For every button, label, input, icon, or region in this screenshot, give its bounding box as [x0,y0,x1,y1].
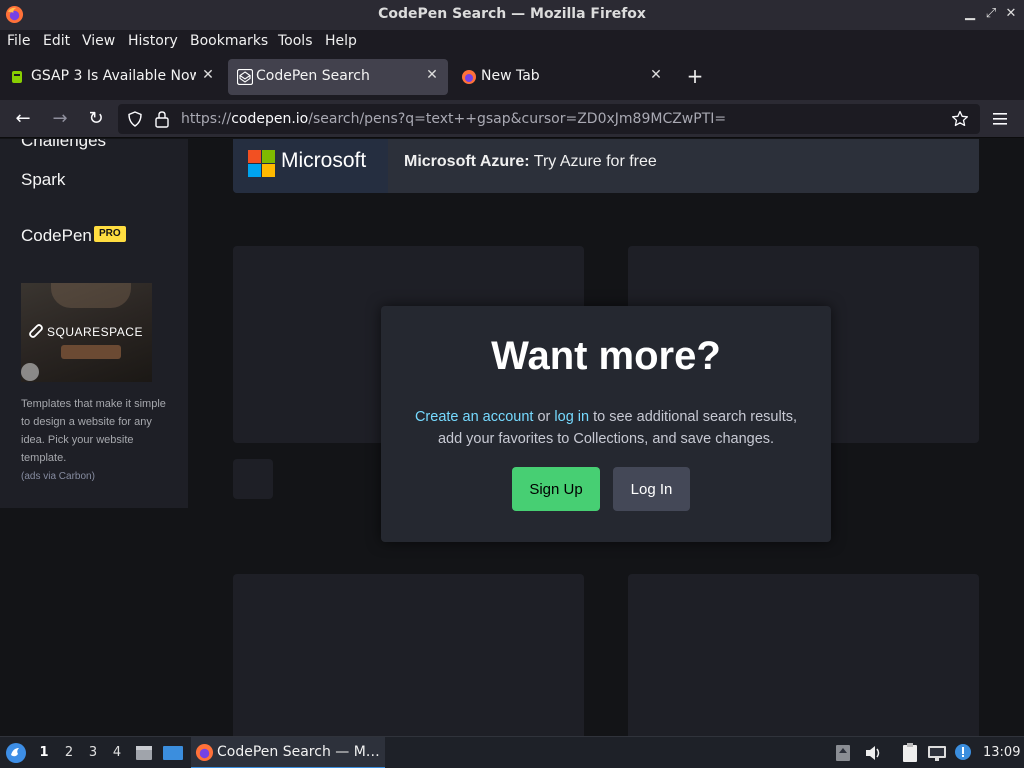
carbon-ad-image[interactable]: SQUARESPACE [21,283,152,382]
taskbar-window-title: CodePen Search — M… [217,744,380,760]
modal-message-line2: add your favorites to Collections, and s… [437,431,775,447]
notification-icon[interactable] [953,742,973,762]
tab-gsap[interactable]: GSAP 3 Is Available Now! ✕ [0,59,224,95]
close-tab-icon[interactable]: ✕ [424,67,440,83]
modal-message-rest: to see additional search results, [589,409,798,425]
new-tab-plus-icon[interactable]: + [685,64,705,88]
page-content: Challenges Spark CodePen PRO SQUARESPACE… [0,139,1024,736]
menu-edit[interactable]: Edit [43,33,70,49]
tab-new-tab[interactable]: New Tab ✕ [452,59,672,95]
ad-copy: Microsoft Azure: Try Azure for free [404,153,657,171]
sidebar: Challenges Spark CodePen PRO SQUARESPACE… [0,139,188,508]
sign-up-button[interactable]: Sign Up [512,467,600,511]
window-titlebar: CodePen Search — Mozilla Firefox ▁ ⤢ ✕ [0,0,1024,30]
microsoft-logo: Microsoft [233,139,388,193]
minimize-icon[interactable]: ▁ [962,6,978,21]
lock-icon[interactable] [154,110,170,128]
ms-square-green [262,150,275,163]
maximize-icon[interactable]: ⤢ [983,6,999,21]
menu-file[interactable]: File [7,33,30,49]
screen: CodePen Search — Mozilla Firefox ▁ ⤢ ✕ F… [0,0,1024,768]
clock: 13:09 [983,745,1021,760]
ms-square-yellow [262,164,275,177]
menu-bar: File Edit View History Bookmarks Tools H… [0,30,1024,54]
create-account-link[interactable]: Create an account [415,409,534,425]
carbon-ad-brand: SQUARESPACE [47,325,143,339]
pen-card-placeholder [233,574,584,736]
ms-square-red [248,150,261,163]
menu-view[interactable]: View [82,33,115,49]
tab-codepen-search[interactable]: CodePen Search ✕ [228,59,448,95]
ad-copy-bold: Microsoft Azure: [404,153,530,170]
url-host: codepen.io [231,111,309,127]
url-bar[interactable]: https://codepen.io/search/pens?q=text++g… [118,104,980,134]
bookmark-star-icon[interactable] [951,110,969,128]
url-text[interactable]: https://codepen.io/search/pens?q=text++g… [181,111,726,127]
workspace-3[interactable]: 3 [86,745,100,760]
squarespace-logo-icon [29,324,43,338]
volume-icon[interactable] [863,743,883,763]
close-window-icon[interactable]: ✕ [1003,6,1019,21]
ad-copy-text: Try Azure for free [529,153,657,170]
tab-label: New Tab [481,68,540,84]
workspace-4[interactable]: 4 [110,745,124,760]
tray-upload-icon[interactable] [835,743,851,763]
wallet-shape [61,345,121,359]
forward-arrow-icon[interactable]: → [49,108,71,130]
reload-icon[interactable]: ↻ [85,108,107,130]
shield-icon[interactable] [127,111,143,127]
hands-shape [51,283,131,308]
codepen-favicon-icon [237,69,253,85]
tab-strip: GSAP 3 Is Available Now! ✕ CodePen Searc… [0,54,1024,100]
tab-label: CodePen Search [256,68,370,84]
url-path: /search/pens?q=text++gsap&cursor=ZD0xJm8… [308,111,727,127]
modal-message-or: or [533,409,555,425]
network-icon[interactable] [927,743,947,763]
pen-card-placeholder [628,574,979,736]
taskbar: 1 2 3 4 CodePen Search — M… 13:09 [0,736,1024,768]
taskbar-firefox-window[interactable]: CodePen Search — M… [191,737,385,768]
log-in-button[interactable]: Log In [613,467,690,511]
watch-shape [21,363,39,381]
sidebar-item-codepen-pro[interactable]: CodePen [21,226,92,246]
navigation-bar: ← → ↻ https://codepen.io/search/pens?q=t… [0,100,1024,138]
window-title: CodePen Search — Mozilla Firefox [378,6,646,22]
sidebar-item-challenges[interactable]: Challenges [21,139,106,151]
tab-label: GSAP 3 Is Available Now! [31,68,196,84]
pro-badge: PRO [94,226,126,242]
start-menu-icon[interactable] [5,742,27,764]
close-tab-icon[interactable]: ✕ [200,67,216,83]
sidebar-item-spark[interactable]: Spark [21,170,65,190]
menu-tools[interactable]: Tools [278,33,313,49]
gsap-favicon-icon [12,71,22,83]
back-arrow-icon[interactable]: ← [12,108,34,130]
ad-banner[interactable]: Microsoft Microsoft Azure: Try Azure for… [233,139,979,193]
file-manager-icon[interactable] [134,743,154,763]
desktop-icon[interactable] [162,743,184,763]
menu-bookmarks[interactable]: Bookmarks [190,33,268,49]
log-in-link[interactable]: log in [554,409,589,425]
menu-history[interactable]: History [128,33,178,49]
modal-message: Create an account or log in to see addit… [401,406,811,450]
carbon-ad-via[interactable]: (ads via Carbon) [21,471,95,482]
close-tab-icon[interactable]: ✕ [648,67,664,83]
workspace-2[interactable]: 2 [62,745,76,760]
workspace-1[interactable]: 1 [37,745,51,760]
carbon-ad-text[interactable]: Templates that make it simple to design … [21,395,166,467]
avatar-placeholder [233,459,273,499]
firefox-icon [195,743,214,762]
firefox-favicon-icon [462,70,476,84]
url-scheme: https:// [181,111,232,127]
ms-square-blue [248,164,261,177]
want-more-modal: Want more? Create an account or log in t… [381,306,831,542]
hamburger-menu-icon[interactable] [990,108,1010,130]
clipboard-icon[interactable] [900,742,920,764]
menu-help[interactable]: Help [325,33,357,49]
microsoft-logo-text: Microsoft [281,149,367,172]
modal-heading: Want more? [491,334,721,378]
